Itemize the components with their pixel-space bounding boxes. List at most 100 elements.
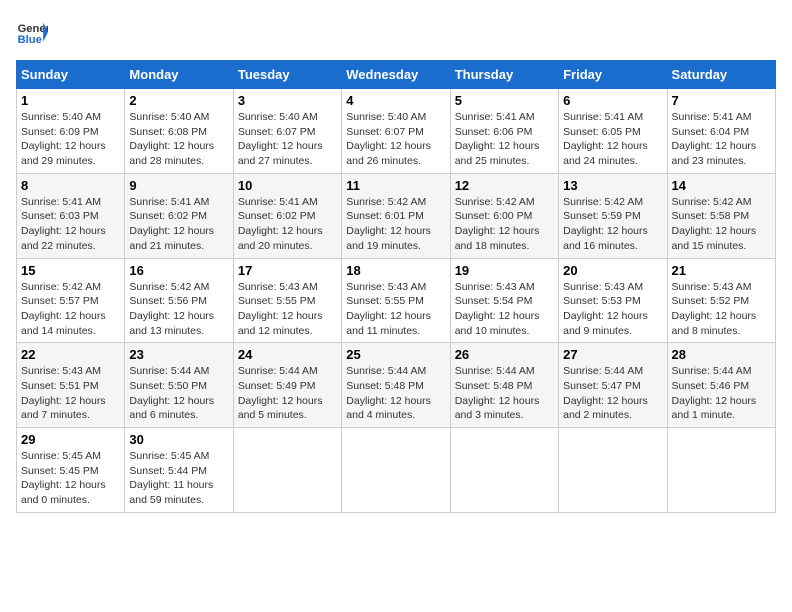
calendar-week-row: 22 Sunrise: 5:43 AMSunset: 5:51 PMDayligh… — [17, 343, 776, 428]
day-info: Sunrise: 5:41 AMSunset: 6:06 PMDaylight:… — [455, 110, 554, 169]
calendar-header-row: SundayMondayTuesdayWednesdayThursdayFrid… — [17, 61, 776, 89]
calendar-cell: 21 Sunrise: 5:43 AMSunset: 5:52 PMDayligh… — [667, 258, 775, 343]
day-info: Sunrise: 5:43 AMSunset: 5:55 PMDaylight:… — [238, 280, 337, 339]
calendar-cell: 4 Sunrise: 5:40 AMSunset: 6:07 PMDaylight… — [342, 89, 450, 174]
day-info: Sunrise: 5:44 AMSunset: 5:48 PMDaylight:… — [455, 364, 554, 423]
day-number: 2 — [129, 93, 228, 108]
day-info: Sunrise: 5:45 AMSunset: 5:44 PMDaylight:… — [129, 449, 228, 508]
weekday-header: Wednesday — [342, 61, 450, 89]
day-number: 16 — [129, 263, 228, 278]
day-number: 4 — [346, 93, 445, 108]
calendar-cell: 26Sunrise: 5:44 AMSunset: 5:48 PMDayligh… — [450, 343, 558, 428]
calendar-week-row: 15 Sunrise: 5:42 AMSunset: 5:57 PMDayligh… — [17, 258, 776, 343]
day-number: 6 — [563, 93, 662, 108]
svg-text:Blue: Blue — [18, 34, 42, 46]
calendar-cell: 25 Sunrise: 5:44 AMSunset: 5:48 PMDayligh… — [342, 343, 450, 428]
calendar-week-row: 29Sunrise: 5:45 AMSunset: 5:45 PMDayligh… — [17, 428, 776, 513]
calendar-cell: 23 Sunrise: 5:44 AMSunset: 5:50 PMDayligh… — [125, 343, 233, 428]
weekday-header: Saturday — [667, 61, 775, 89]
calendar-cell — [450, 428, 558, 513]
day-number: 11 — [346, 178, 445, 193]
day-number: 23 — [129, 347, 228, 362]
weekday-header: Tuesday — [233, 61, 341, 89]
calendar-cell: 19 Sunrise: 5:43 AMSunset: 5:54 PMDayligh… — [450, 258, 558, 343]
day-info: Sunrise: 5:40 AMSunset: 6:09 PMDaylight:… — [21, 110, 120, 169]
day-number: 25 — [346, 347, 445, 362]
day-number: 24 — [238, 347, 337, 362]
weekday-header: Monday — [125, 61, 233, 89]
day-info: Sunrise: 5:43 AMSunset: 5:52 PMDaylight:… — [672, 280, 771, 339]
weekday-header: Sunday — [17, 61, 125, 89]
logo: General Blue — [16, 16, 48, 48]
calendar-cell: 10 Sunrise: 5:41 AMSunset: 6:02 PMDayligh… — [233, 173, 341, 258]
calendar-cell — [233, 428, 341, 513]
day-info: Sunrise: 5:41 AMSunset: 6:03 PMDaylight:… — [21, 195, 120, 254]
day-number: 8 — [21, 178, 120, 193]
day-number: 27 — [563, 347, 662, 362]
calendar-cell: 17 Sunrise: 5:43 AMSunset: 5:55 PMDayligh… — [233, 258, 341, 343]
day-info: Sunrise: 5:40 AMSunset: 6:07 PMDaylight:… — [346, 110, 445, 169]
weekday-header: Thursday — [450, 61, 558, 89]
day-number: 3 — [238, 93, 337, 108]
calendar-cell — [667, 428, 775, 513]
calendar-cell: 20Sunrise: 5:43 AMSunset: 5:53 PMDayligh… — [559, 258, 667, 343]
day-number: 14 — [672, 178, 771, 193]
calendar-cell: 2Sunrise: 5:40 AMSunset: 6:08 PMDaylight… — [125, 89, 233, 174]
calendar-cell: 11 Sunrise: 5:42 AMSunset: 6:01 PMDayligh… — [342, 173, 450, 258]
calendar-cell: 30 Sunrise: 5:45 AMSunset: 5:44 PMDayligh… — [125, 428, 233, 513]
day-info: Sunrise: 5:42 AMSunset: 6:00 PMDaylight:… — [455, 195, 554, 254]
day-info: Sunrise: 5:44 AMSunset: 5:47 PMDaylight:… — [563, 364, 662, 423]
calendar-cell: 14 Sunrise: 5:42 AMSunset: 5:58 PMDayligh… — [667, 173, 775, 258]
calendar-cell: 9 Sunrise: 5:41 AMSunset: 6:02 PMDaylight… — [125, 173, 233, 258]
logo-icon: General Blue — [16, 16, 48, 48]
day-number: 10 — [238, 178, 337, 193]
calendar-cell: 24Sunrise: 5:44 AMSunset: 5:49 PMDayligh… — [233, 343, 341, 428]
calendar-cell: 16 Sunrise: 5:42 AMSunset: 5:56 PMDayligh… — [125, 258, 233, 343]
calendar-cell: 13Sunrise: 5:42 AMSunset: 5:59 PMDayligh… — [559, 173, 667, 258]
calendar-cell: 3Sunrise: 5:40 AMSunset: 6:07 PMDaylight… — [233, 89, 341, 174]
calendar-cell: 27 Sunrise: 5:44 AMSunset: 5:47 PMDayligh… — [559, 343, 667, 428]
day-info: Sunrise: 5:41 AMSunset: 6:02 PMDaylight:… — [238, 195, 337, 254]
day-info: Sunrise: 5:45 AMSunset: 5:45 PMDaylight:… — [21, 449, 120, 508]
day-number: 18 — [346, 263, 445, 278]
calendar-cell: 22 Sunrise: 5:43 AMSunset: 5:51 PMDayligh… — [17, 343, 125, 428]
day-info: Sunrise: 5:41 AMSunset: 6:04 PMDaylight:… — [672, 110, 771, 169]
day-info: Sunrise: 5:42 AMSunset: 5:56 PMDaylight:… — [129, 280, 228, 339]
day-info: Sunrise: 5:44 AMSunset: 5:46 PMDaylight:… — [672, 364, 771, 423]
day-info: Sunrise: 5:44 AMSunset: 5:48 PMDaylight:… — [346, 364, 445, 423]
day-info: Sunrise: 5:41 AMSunset: 6:05 PMDaylight:… — [563, 110, 662, 169]
day-info: Sunrise: 5:42 AMSunset: 5:58 PMDaylight:… — [672, 195, 771, 254]
calendar-cell: 5 Sunrise: 5:41 AMSunset: 6:06 PMDaylight… — [450, 89, 558, 174]
day-number: 19 — [455, 263, 554, 278]
calendar-table: SundayMondayTuesdayWednesdayThursdayFrid… — [16, 60, 776, 513]
day-number: 9 — [129, 178, 228, 193]
day-number: 22 — [21, 347, 120, 362]
day-number: 7 — [672, 93, 771, 108]
calendar-cell: 28Sunrise: 5:44 AMSunset: 5:46 PMDayligh… — [667, 343, 775, 428]
day-number: 15 — [21, 263, 120, 278]
day-number: 1 — [21, 93, 120, 108]
day-info: Sunrise: 5:42 AMSunset: 6:01 PMDaylight:… — [346, 195, 445, 254]
day-number: 13 — [563, 178, 662, 193]
calendar-cell: 6 Sunrise: 5:41 AMSunset: 6:05 PMDaylight… — [559, 89, 667, 174]
calendar-cell: 1 Sunrise: 5:40 AMSunset: 6:09 PMDaylight… — [17, 89, 125, 174]
calendar-cell: 12 Sunrise: 5:42 AMSunset: 6:00 PMDayligh… — [450, 173, 558, 258]
day-info: Sunrise: 5:41 AMSunset: 6:02 PMDaylight:… — [129, 195, 228, 254]
day-info: Sunrise: 5:42 AMSunset: 5:57 PMDaylight:… — [21, 280, 120, 339]
calendar-cell — [559, 428, 667, 513]
day-info: Sunrise: 5:43 AMSunset: 5:55 PMDaylight:… — [346, 280, 445, 339]
calendar-cell — [342, 428, 450, 513]
day-info: Sunrise: 5:43 AMSunset: 5:54 PMDaylight:… — [455, 280, 554, 339]
calendar-week-row: 1 Sunrise: 5:40 AMSunset: 6:09 PMDaylight… — [17, 89, 776, 174]
day-info: Sunrise: 5:44 AMSunset: 5:50 PMDaylight:… — [129, 364, 228, 423]
day-number: 20 — [563, 263, 662, 278]
day-info: Sunrise: 5:43 AMSunset: 5:51 PMDaylight:… — [21, 364, 120, 423]
day-number: 12 — [455, 178, 554, 193]
day-number: 5 — [455, 93, 554, 108]
day-number: 21 — [672, 263, 771, 278]
weekday-header: Friday — [559, 61, 667, 89]
calendar-cell: 29Sunrise: 5:45 AMSunset: 5:45 PMDayligh… — [17, 428, 125, 513]
day-number: 30 — [129, 432, 228, 447]
day-number: 17 — [238, 263, 337, 278]
page-header: General Blue — [16, 16, 776, 48]
